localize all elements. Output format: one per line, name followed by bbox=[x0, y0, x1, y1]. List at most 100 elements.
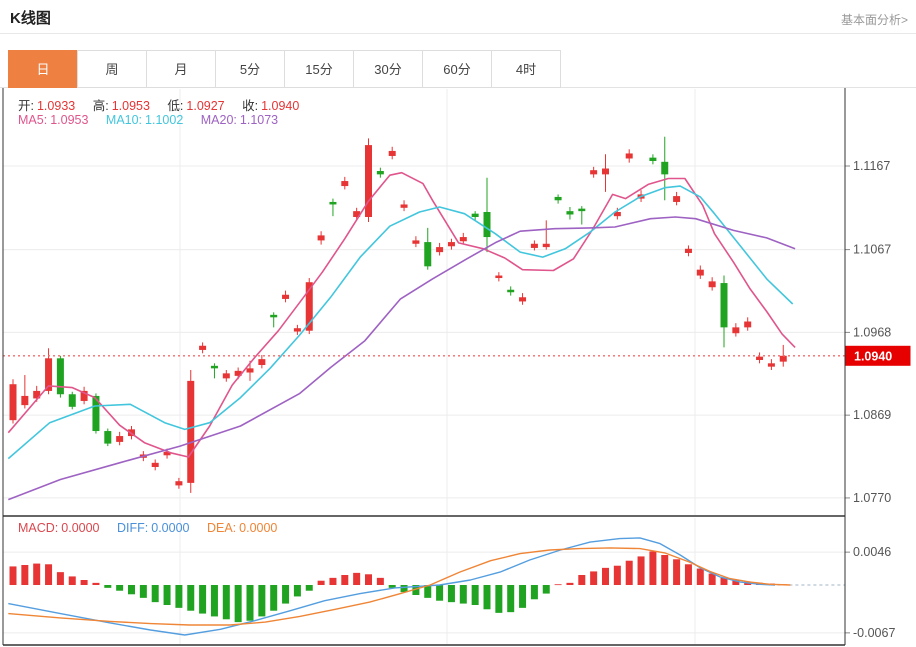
macd-bar bbox=[566, 583, 573, 585]
tab-interval-4[interactable]: 15分 bbox=[284, 50, 354, 88]
macd-bar bbox=[104, 585, 111, 588]
macd-bar bbox=[21, 565, 28, 585]
candle-body bbox=[744, 322, 751, 328]
candle-body bbox=[448, 242, 455, 246]
candle-body bbox=[685, 249, 692, 253]
macd-bar bbox=[472, 585, 479, 605]
ma-line-ma5 bbox=[8, 173, 795, 457]
macd-bar bbox=[697, 569, 704, 585]
candle-body bbox=[460, 237, 467, 241]
candle-body bbox=[104, 431, 111, 444]
candle-body bbox=[721, 283, 728, 327]
high-label: 高: bbox=[93, 99, 109, 113]
tab-interval-7[interactable]: 4时 bbox=[491, 50, 561, 88]
candle-body bbox=[175, 481, 182, 485]
candle-body bbox=[602, 169, 609, 175]
candle-body bbox=[223, 373, 230, 378]
tab-interval-6[interactable]: 60分 bbox=[422, 50, 492, 88]
candle-body bbox=[10, 384, 17, 420]
low-label: 低: bbox=[167, 99, 183, 113]
macd-bar bbox=[649, 551, 656, 585]
candle-body bbox=[590, 170, 597, 174]
candle-body bbox=[709, 281, 716, 287]
candle-body bbox=[780, 356, 787, 362]
page-title: K线图 bbox=[10, 7, 51, 28]
macd-bar bbox=[673, 559, 680, 585]
macd-bar bbox=[495, 585, 502, 613]
candle-body bbox=[412, 240, 419, 243]
macd-bar bbox=[318, 581, 325, 585]
price-axis-label: 1.1167 bbox=[853, 159, 890, 173]
macd-line-dea bbox=[8, 548, 790, 625]
candle-body bbox=[389, 151, 396, 156]
last-price-badge-value: 1.0940 bbox=[854, 349, 892, 363]
macd-bar bbox=[448, 585, 455, 602]
macd-bar bbox=[661, 555, 668, 585]
tab-interval-2[interactable]: 月 bbox=[146, 50, 216, 88]
open-value: 1.0933 bbox=[37, 99, 75, 113]
macd-bar bbox=[555, 584, 562, 585]
candle-body bbox=[543, 244, 550, 247]
candle-body bbox=[270, 315, 277, 318]
candle-body bbox=[282, 295, 289, 299]
candle-body bbox=[673, 196, 680, 202]
candle-body bbox=[578, 209, 585, 212]
macd-bar bbox=[10, 566, 17, 585]
candle-body bbox=[116, 436, 123, 442]
macd-axis-label: 0.0046 bbox=[853, 545, 891, 559]
candle-body bbox=[436, 247, 443, 252]
macd-bar bbox=[377, 578, 384, 585]
price-axis-label: 1.0770 bbox=[853, 491, 891, 505]
macd-legend: MACD:0.0000 DIFF:0.0000 DEA:0.0000 bbox=[18, 521, 291, 535]
dea-label: DEA: bbox=[207, 521, 236, 535]
macd-bar bbox=[353, 573, 360, 585]
macd-bar bbox=[175, 585, 182, 608]
price-axis-label: 1.0968 bbox=[853, 325, 891, 339]
header-divider bbox=[0, 33, 916, 34]
macd-bar bbox=[140, 585, 147, 598]
macd-bar bbox=[602, 568, 609, 585]
candle-body bbox=[756, 357, 763, 360]
macd-bar bbox=[614, 566, 621, 585]
ohlc-legend: 开:1.0933 高:1.0953 低:1.0927 收:1.0940 bbox=[18, 95, 313, 114]
ma10-label: MA10: bbox=[106, 113, 142, 127]
candle-body bbox=[555, 197, 562, 200]
candle-body bbox=[732, 327, 739, 333]
fundamental-analysis-link[interactable]: 基本面分析> bbox=[841, 11, 908, 28]
price-pane[interactable] bbox=[3, 137, 845, 498]
ma-line-ma20 bbox=[8, 217, 795, 500]
candle-body bbox=[318, 235, 325, 240]
macd-bar bbox=[270, 585, 277, 611]
macd-bar bbox=[294, 585, 301, 596]
macd-label: MACD: bbox=[18, 521, 58, 535]
candle-body bbox=[21, 396, 28, 405]
tab-interval-1[interactable]: 周 bbox=[77, 50, 147, 88]
ma20-value: 1.1073 bbox=[240, 113, 278, 127]
macd-bar bbox=[484, 585, 491, 609]
candle-body bbox=[531, 244, 538, 248]
macd-pane[interactable] bbox=[3, 551, 845, 632]
interval-tabs: 日周月5分15分30分60分4时 bbox=[8, 50, 916, 88]
candle-body bbox=[472, 214, 479, 217]
candle-body bbox=[247, 368, 254, 372]
candle-body bbox=[187, 381, 194, 483]
candle-body bbox=[199, 346, 206, 350]
candle-body bbox=[697, 270, 704, 276]
tab-interval-3[interactable]: 5分 bbox=[215, 50, 285, 88]
candle-body bbox=[294, 328, 301, 331]
tab-interval-0[interactable]: 日 bbox=[8, 50, 78, 88]
dea-value: 0.0000 bbox=[239, 521, 277, 535]
candle-body bbox=[377, 171, 384, 174]
candle-body bbox=[649, 158, 656, 161]
tab-interval-5[interactable]: 30分 bbox=[353, 50, 423, 88]
candle-body bbox=[329, 202, 336, 205]
macd-bar bbox=[33, 564, 40, 585]
macd-bar bbox=[531, 585, 538, 599]
candle-body bbox=[507, 290, 514, 293]
macd-bar bbox=[128, 585, 135, 594]
price-axis-label: 1.0869 bbox=[853, 408, 891, 422]
macd-bar bbox=[187, 585, 194, 611]
candle-body bbox=[401, 204, 408, 207]
open-label: 开: bbox=[18, 99, 34, 113]
ma20-label: MA20: bbox=[201, 113, 237, 127]
